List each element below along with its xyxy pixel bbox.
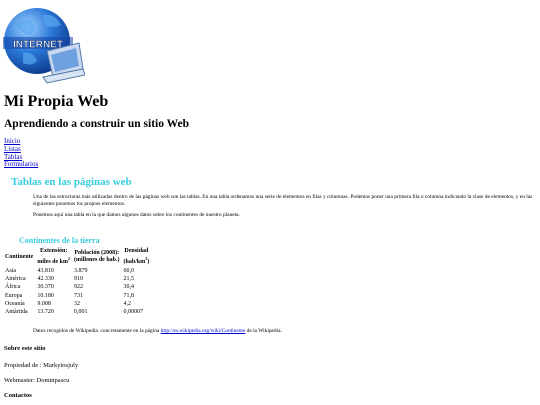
- cell-continent: América: [5, 276, 26, 283]
- cell-population: 3.879: [74, 268, 88, 274]
- header-density-line1: Densidad: [124, 248, 149, 254]
- cell-area: 13.720: [37, 309, 54, 316]
- header-population: Población (2008): (millones de hab.): [72, 248, 122, 267]
- section-title: Tablas en las páginas web: [11, 176, 132, 188]
- cell-area: 30.370: [37, 284, 54, 291]
- header-area-line2: miles de km: [37, 259, 69, 265]
- cell-continent: Antártida: [5, 309, 28, 316]
- contacts-heading: Contactos: [4, 392, 32, 399]
- internet-logo: INTERNET: [3, 3, 86, 87]
- cell-continent: Oceanía: [5, 300, 25, 307]
- source-suffix: de la Wikipedia.: [245, 328, 282, 334]
- cell-continent: África: [5, 284, 21, 291]
- cell-density: 4,2: [123, 300, 132, 307]
- cell-population: 0,001: [74, 309, 88, 316]
- table-row: Europa 10.180 731 71,8: [3, 292, 151, 300]
- header-density-close: ): [147, 259, 150, 265]
- cell-density: 21,5: [123, 276, 135, 283]
- table-row: Oceanía 9.008 32 4,2: [3, 300, 151, 308]
- intro-paragraph: Una de las estructuras más utilizadas de…: [33, 194, 533, 207]
- table-title: Continentes de la tierra: [19, 236, 100, 245]
- header-continent: Continente: [5, 253, 34, 260]
- source-note: Datos recogidos de Wikipedia. concretame…: [33, 328, 282, 334]
- header-population-line1: Población (2008):: [74, 250, 120, 256]
- table-row: Asia 43.810 3.879 60,0: [3, 267, 151, 275]
- cell-area: 9.008: [37, 300, 51, 307]
- table-header-row: Continente Extensión: miles de km2 Pobla…: [3, 248, 151, 267]
- header-density: Densidad (hab/km2): [122, 248, 152, 267]
- site-subtitle: Aprendiendo a construir un sitio Web: [4, 118, 189, 130]
- cell-population: 922: [74, 284, 84, 291]
- table-row: Antártida 13.720 0,001 0,00007: [3, 308, 151, 316]
- cell-area: 10.180: [37, 292, 54, 299]
- cell-continent: Europa: [5, 292, 23, 299]
- globe-laptop-icon: INTERNET: [3, 8, 86, 84]
- cell-density: 0,00007: [123, 309, 144, 316]
- owner-text: Propiedad de : Markytosjuly: [4, 362, 79, 369]
- continents-table: Continente Extensión: miles de km2 Pobla…: [3, 248, 151, 316]
- table-row: África 30.370 922 30,4: [3, 283, 151, 291]
- cell-population: 910: [74, 276, 84, 283]
- nav-link-formularios[interactable]: Formularios: [4, 161, 38, 169]
- header-density-line2: (hab/km: [123, 259, 146, 265]
- about-heading: Sobre este sitio: [4, 345, 46, 352]
- site-title: Mi Propia Web: [4, 93, 109, 110]
- table-row: América 42.330 910 21,5: [3, 275, 151, 283]
- cell-density: 30,4: [123, 284, 135, 291]
- cell-continent: Asia: [5, 268, 16, 274]
- cell-area: 43.810: [37, 268, 54, 274]
- wikipedia-link[interactable]: http://es.wikipedia.org/wiki/Continente: [161, 328, 246, 334]
- table-intro-paragraph: Ponemos aquí una tabla en la que damos a…: [33, 212, 240, 218]
- header-area-line1: Extensión:: [40, 248, 68, 254]
- source-prefix: Datos recogidos de Wikipedia. concretame…: [33, 328, 161, 334]
- main-nav: Inicio Listas Tablas Formularios: [4, 137, 38, 169]
- webmaster-text: Webmaster: Dominpascu: [4, 377, 70, 384]
- header-area: Extensión: miles de km2: [35, 248, 72, 267]
- cell-population: 32: [74, 300, 81, 307]
- cell-density: 60,0: [123, 268, 135, 274]
- header-population-line2: (millones de hab.): [74, 257, 120, 263]
- header-area-sup: 2: [68, 256, 71, 261]
- cell-population: 731: [74, 292, 84, 299]
- cell-density: 71,8: [123, 292, 135, 299]
- cell-area: 42.330: [37, 276, 54, 283]
